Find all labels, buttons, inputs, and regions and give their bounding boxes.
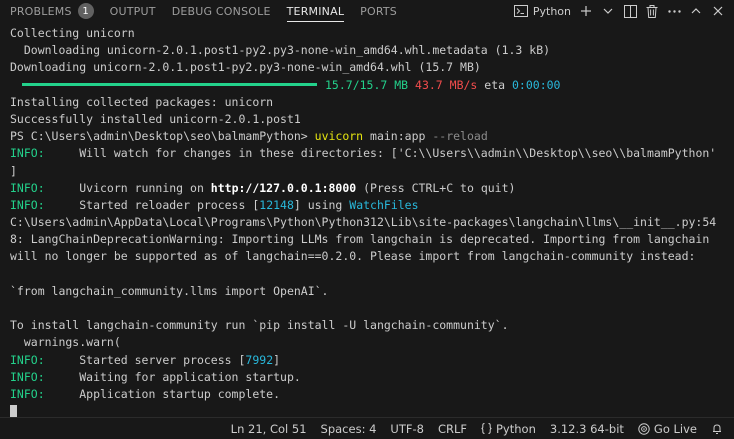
notifications-button[interactable]	[704, 423, 734, 435]
download-progress-line: 15.7/15.7 MB 43.7 MB/s eta 0:00:00	[10, 77, 730, 94]
terminal-line: INFO: Waiting for application startup.	[10, 369, 730, 386]
file-encoding[interactable]: UTF-8	[383, 422, 431, 436]
tab-ports-label: PORTS	[360, 4, 397, 18]
tab-debug-console[interactable]: DEBUG CONSOLE	[164, 0, 279, 22]
watch-text: Will watch for changes in these director…	[44, 146, 717, 161]
terminal-output[interactable]: Collecting unicorn Downloading unicorn-2…	[10, 25, 730, 420]
waiting-text: Waiting for application startup.	[44, 369, 301, 384]
terminal-line: 8: LangChainDeprecationWarning: Importin…	[10, 232, 710, 247]
close-icon	[713, 6, 723, 16]
command-args: main:app	[363, 129, 433, 144]
prompt: PS C:\Users\admin\Desktop\seo\balmamPyth…	[10, 129, 315, 144]
end-of-line[interactable]: CRLF	[431, 422, 474, 436]
terminal-icon	[513, 5, 528, 17]
close-panel-button[interactable]	[708, 1, 728, 21]
problems-count-badge: 1	[77, 3, 94, 19]
maximize-panel-button[interactable]	[686, 1, 706, 21]
terminal-line: Downloading unicorn-2.0.1.post1-py2.py3-…	[10, 60, 481, 75]
terminal-line: INFO: Will watch for changes in these di…	[10, 145, 730, 162]
terminal-line: will no longer be supported as of langch…	[10, 249, 696, 264]
status-bar: Ln 21, Col 51 Spaces: 4 UTF-8 CRLF Pytho…	[0, 417, 734, 439]
panel-tab-bar: PROBLEMS 1 OUTPUT DEBUG CONSOLE TERMINAL…	[0, 0, 734, 22]
tab-debug-console-label: DEBUG CONSOLE	[171, 4, 271, 18]
terminal-line: Successfully installed unicorn-2.0.1.pos…	[10, 111, 301, 126]
go-live-label: Go Live	[653, 421, 697, 436]
download-progress-bar	[22, 82, 317, 86]
eta-label: eta	[484, 77, 506, 92]
ellipsis-icon	[667, 9, 681, 13]
terminal-line: warnings.warn(	[10, 335, 121, 350]
info-label: INFO:	[10, 180, 45, 195]
info-label: INFO:	[10, 386, 45, 401]
plus-icon	[581, 6, 591, 16]
panel-actions: Python	[511, 0, 734, 22]
language-mode[interactable]: Python	[474, 422, 543, 436]
tab-output[interactable]: OUTPUT	[102, 0, 164, 22]
tab-ports[interactable]: PORTS	[352, 0, 405, 22]
download-speed: 43.7 MB/s	[415, 77, 478, 92]
download-size: 15.7/15.7 MB	[325, 77, 409, 92]
language-label: Python	[496, 421, 536, 436]
reloader-tool: WatchFiles	[349, 197, 419, 212]
bell-icon	[713, 423, 721, 434]
complete-text: Application startup complete.	[44, 386, 281, 401]
reloader-pid: 12148	[259, 197, 294, 212]
server-text: Started server process [	[44, 352, 246, 367]
terminal-line: INFO: Started reloader process [12148] u…	[10, 197, 730, 214]
terminal-line: C:\Users\admin\AppData\Local\Programs\Py…	[10, 215, 717, 230]
eta-value: 0:00:00	[512, 77, 561, 92]
tab-terminal[interactable]: TERMINAL	[279, 0, 353, 22]
terminal-dropdown-button[interactable]	[598, 1, 618, 21]
split-icon	[623, 4, 637, 18]
reloader-text: Started reloader process [	[44, 197, 260, 212]
braces-icon	[481, 423, 492, 434]
server-url[interactable]: http://127.0.0.1:8000	[211, 181, 356, 195]
tab-problems[interactable]: PROBLEMS 1	[0, 0, 102, 22]
server-close: ]	[273, 352, 281, 367]
info-label: INFO:	[10, 197, 45, 212]
split-terminal-button[interactable]	[620, 1, 640, 21]
terminal-line: INFO: Started server process [7992]	[10, 352, 730, 369]
tab-output-label: OUTPUT	[109, 4, 156, 18]
python-interpreter[interactable]: 3.12.3 64-bit	[543, 422, 631, 436]
new-terminal-button[interactable]	[576, 1, 596, 21]
terminal-line: Collecting unicorn	[10, 26, 135, 40]
info-label: INFO:	[10, 146, 45, 161]
terminal-line: Downloading unicorn-2.0.1.post1-py2.py3-…	[10, 43, 551, 58]
info-label: INFO:	[10, 369, 45, 384]
terminal-line: Installing collected packages: unicorn	[10, 94, 274, 109]
vscode-panel: PROBLEMS 1 OUTPUT DEBUG CONSOLE TERMINAL…	[0, 0, 734, 439]
terminal-line: `from langchain_community.llms import Op…	[10, 283, 329, 298]
terminal-scrollbar[interactable]	[724, 22, 734, 417]
kill-terminal-button[interactable]	[642, 1, 662, 21]
info-label: INFO:	[10, 352, 45, 367]
tab-problems-label: PROBLEMS	[10, 4, 72, 18]
terminal-line: ]	[10, 163, 17, 178]
command: uvicorn	[314, 129, 364, 144]
terminal-line: INFO: Application startup complete.	[10, 386, 730, 403]
cursor-position[interactable]: Ln 21, Col 51	[224, 422, 314, 436]
chevron-down-icon	[603, 8, 613, 14]
trash-icon	[646, 4, 658, 18]
reloader-mid: ] using	[293, 197, 350, 212]
terminal-selector[interactable]: Python	[511, 1, 574, 21]
command-flag: --reload	[432, 129, 488, 144]
go-live-button[interactable]: Go Live	[631, 422, 704, 436]
terminal-line: INFO: Uvicorn running on http://127.0.0.…	[10, 180, 730, 197]
server-pid: 7992	[245, 352, 274, 367]
indentation[interactable]: Spaces: 4	[314, 422, 384, 436]
more-actions-button[interactable]	[664, 1, 684, 21]
tab-terminal-label: TERMINAL	[286, 4, 345, 18]
terminal-line: To install langchain-community run `pip …	[10, 318, 509, 333]
chevron-up-icon	[691, 8, 701, 14]
prompt-line: PS C:\Users\admin\Desktop\seo\balmamPyth…	[10, 128, 730, 145]
terminal-profile-name: Python	[532, 4, 571, 18]
running-hint: (Press CTRL+C to quit)	[356, 180, 516, 195]
running-text: Uvicorn running on	[44, 180, 211, 195]
broadcast-icon	[638, 422, 650, 435]
